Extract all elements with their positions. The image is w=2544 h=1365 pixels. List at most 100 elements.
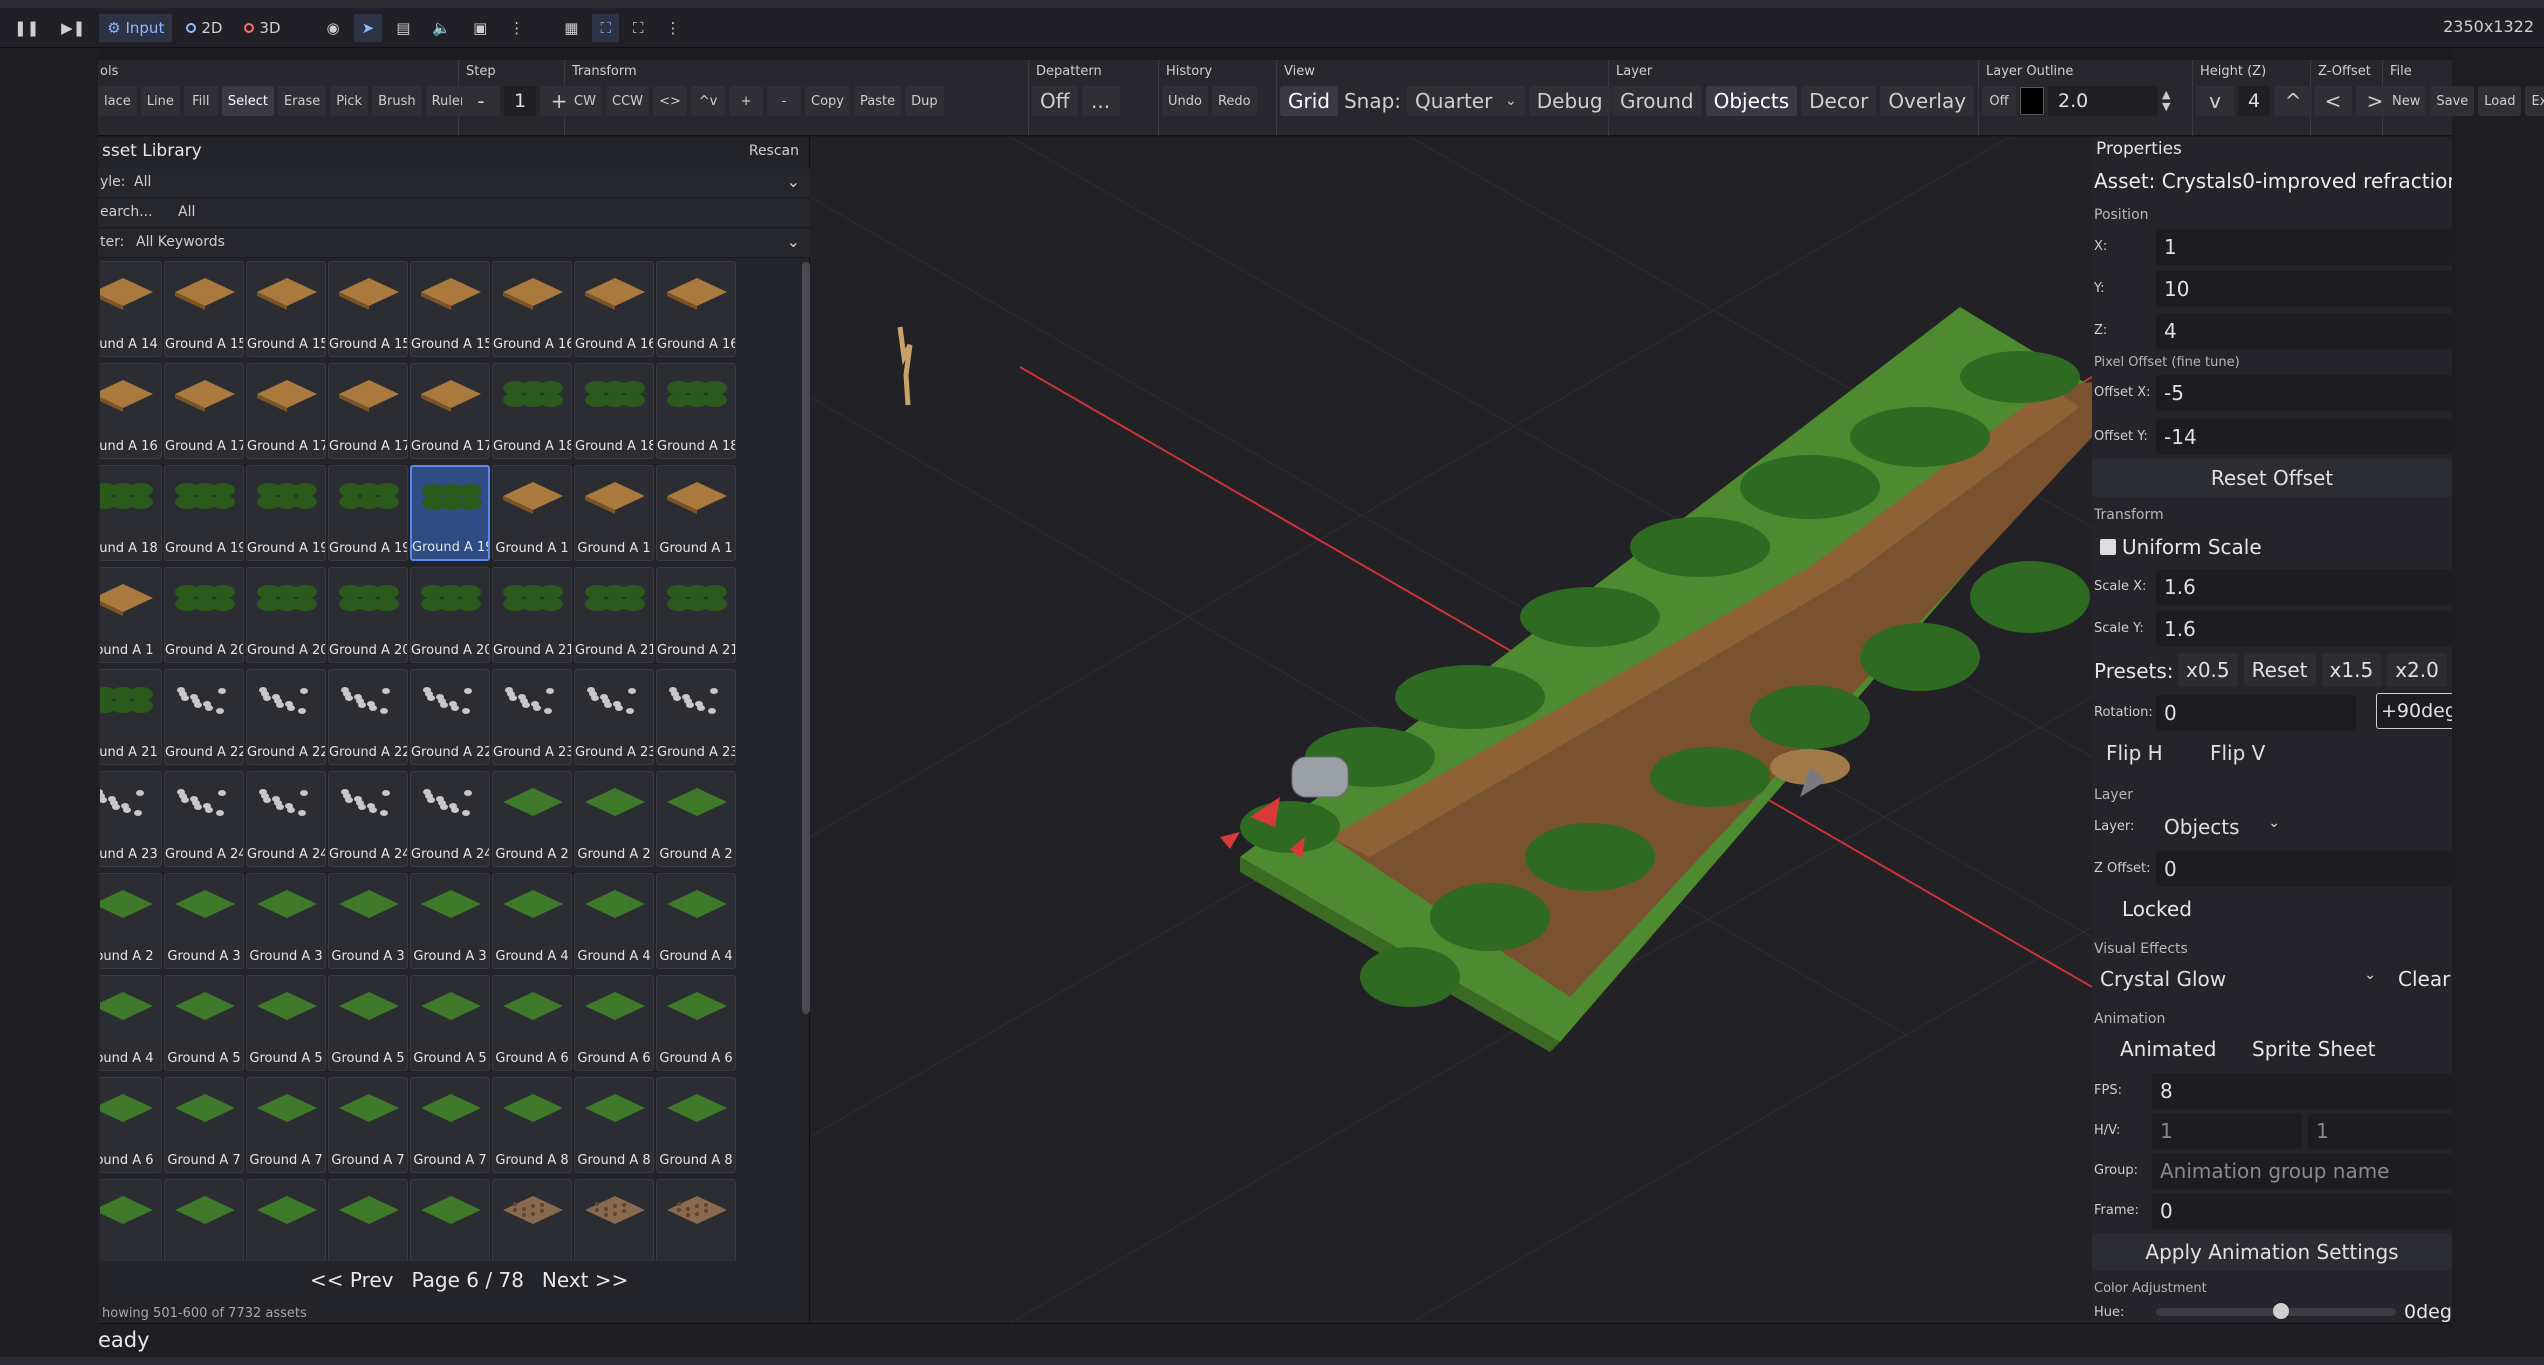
asset-tile[interactable]: round A 16 <box>100 363 162 459</box>
asset-tile[interactable]: Ground A 6 <box>492 975 572 1071</box>
transform-6-button[interactable]: Copy <box>805 86 850 116</box>
asset-tile[interactable]: Ground A 3 <box>164 873 244 969</box>
asset-tile[interactable]: Ground A 7 <box>328 1077 408 1173</box>
transform-1-button[interactable]: CCW <box>606 86 650 116</box>
flip-h-checkbox[interactable]: Flip H <box>2106 741 2163 765</box>
rescan-button[interactable]: Rescan <box>749 143 799 159</box>
asset-tile[interactable]: Ground A 17 <box>246 363 326 459</box>
undo-button[interactable]: Undo <box>1162 86 1208 116</box>
snap-dropdown[interactable]: Quarter ⌄ <box>1407 86 1525 116</box>
asset-tile[interactable] <box>492 1179 572 1261</box>
transform-5-button[interactable]: - <box>767 86 802 116</box>
hue-slider-handle[interactable] <box>2272 1303 2289 1319</box>
visibility-button[interactable]: ◉ <box>319 14 348 42</box>
frame-field[interactable]: 0 <box>2152 1193 2452 1229</box>
layer-1-button[interactable]: Objects <box>1705 86 1798 116</box>
sprite-sheet-checkbox[interactable]: Sprite Sheet <box>2252 1037 2376 1061</box>
outline-width-field[interactable]: 2.0 <box>2048 86 2158 116</box>
z-offset-left-button[interactable]: < <box>2314 86 2352 116</box>
more-options-button[interactable]: ⋮ <box>657 14 688 42</box>
reset-offset-button[interactable]: Reset Offset <box>2092 459 2452 497</box>
asset-tile[interactable]: Ground A 7 <box>410 1077 490 1173</box>
layer-0-button[interactable]: Ground <box>1612 86 1702 116</box>
fullscreen-button[interactable]: ⛶ <box>625 14 652 42</box>
outline-color-swatch[interactable] <box>2020 87 2044 115</box>
layer-dropdown[interactable]: Objects ⌄ <box>2156 809 2286 845</box>
transform-4-button[interactable]: + <box>729 86 764 116</box>
asset-tile[interactable]: Ground A 5 <box>328 975 408 1071</box>
asset-tile[interactable] <box>100 1179 162 1261</box>
transform-7-button[interactable]: Paste <box>854 86 902 116</box>
file-2-button[interactable]: Load <box>2478 86 2522 116</box>
asset-tile[interactable]: Ground A 22 <box>328 669 408 765</box>
asset-tile[interactable]: Ground A 21 <box>574 567 654 663</box>
tool-2-button[interactable]: Fill <box>183 86 218 116</box>
asset-tile[interactable]: Ground A 1 <box>574 465 654 561</box>
chest-object[interactable] <box>1291 756 1349 798</box>
asset-tile[interactable]: Ground A 22 <box>246 669 326 765</box>
asset-tile[interactable]: Ground A 4 <box>574 873 654 969</box>
clear-effect-button[interactable]: Clear <box>2398 967 2450 991</box>
asset-tile[interactable]: Ground A 19 <box>410 465 490 561</box>
asset-tile[interactable]: Ground A 3 <box>328 873 408 969</box>
h-frames-field[interactable]: 1 <box>2152 1113 2302 1149</box>
asset-tile[interactable]: Ground A 2 <box>656 771 736 867</box>
more-button[interactable]: ⋮ <box>501 14 532 42</box>
asset-tile[interactable] <box>164 1179 244 1261</box>
transform-0-button[interactable]: CW <box>568 86 602 116</box>
asset-tile[interactable]: round A 2 <box>100 873 162 969</box>
depattern-toggle[interactable]: Off <box>1032 86 1078 116</box>
pause-button[interactable]: ❚❚ <box>6 14 47 42</box>
asset-tile[interactable]: Ground A 8 <box>492 1077 572 1173</box>
transform-2-button[interactable]: <> <box>653 86 688 116</box>
asset-tile[interactable]: Ground A 17 <box>328 363 408 459</box>
rotate-90-button[interactable]: +90deg <box>2376 693 2452 729</box>
step-minus-button[interactable]: - <box>462 86 500 116</box>
asset-tile[interactable]: Ground A 15 <box>410 261 490 357</box>
v-frames-field[interactable]: 1 <box>2308 1113 2452 1149</box>
asset-tile[interactable]: Ground A 17 <box>410 363 490 459</box>
flip-v-checkbox[interactable]: Flip V <box>2210 741 2265 765</box>
file-3-button[interactable]: Expo <box>2525 86 2544 116</box>
asset-tile[interactable]: Ground A 24 <box>410 771 490 867</box>
scene-viewport[interactable] <box>810 137 2092 1323</box>
prev-page-button[interactable]: << Prev <box>310 1268 394 1292</box>
asset-tile[interactable]: Ground A 23 <box>656 669 736 765</box>
height-up-button[interactable]: ^ <box>2274 86 2313 116</box>
asset-tile[interactable]: Ground A 22 <box>410 669 490 765</box>
tool-0-button[interactable]: lace <box>98 86 137 116</box>
scale-x-field[interactable]: 1.6 <box>2156 569 2452 605</box>
step-frame-button[interactable]: ▶❚ <box>53 14 93 42</box>
tool-4-button[interactable]: Erase <box>277 86 327 116</box>
asset-tile[interactable]: Ground A 24 <box>246 771 326 867</box>
asset-tile[interactable]: Ground A 20 <box>164 567 244 663</box>
scene-canvas[interactable] <box>810 137 2092 1323</box>
scale-y-field[interactable]: 1.6 <box>2156 611 2452 647</box>
preset-2-button[interactable]: x1.5 <box>2321 653 2382 687</box>
asset-tile[interactable]: Ground A 8 <box>656 1077 736 1173</box>
asset-tile[interactable] <box>574 1179 654 1261</box>
transform-8-button[interactable]: Dup <box>905 86 944 116</box>
outline-spinner[interactable]: ▲ ▼ <box>2162 89 2170 113</box>
asset-tile[interactable]: Ground A 21 <box>656 567 736 663</box>
asset-tile[interactable]: Ground A 20 <box>410 567 490 663</box>
keyword-filter-dropdown[interactable]: ter: All Keywords ⌄ <box>98 229 810 258</box>
asset-tile[interactable]: Ground A 15 <box>328 261 408 357</box>
asset-tile[interactable]: round A 4 <box>100 975 162 1071</box>
asset-tile[interactable]: Ground A 6 <box>656 975 736 1071</box>
asset-tile[interactable]: Ground A 4 <box>656 873 736 969</box>
layer-2-button[interactable]: Decor <box>1801 86 1877 116</box>
uniform-scale-checkbox[interactable]: Uniform Scale <box>2100 535 2262 559</box>
offset-y-field[interactable]: -14 <box>2156 419 2452 455</box>
position-x-field[interactable]: 1 <box>2156 229 2452 265</box>
input-toggle[interactable]: ⚙ Input <box>99 13 173 42</box>
asset-tile[interactable]: Ground A 19 <box>246 465 326 561</box>
asset-tile[interactable]: Ground A 19 <box>164 465 244 561</box>
asset-tile[interactable]: Ground A 8 <box>574 1077 654 1173</box>
asset-tile[interactable]: round A 14 <box>100 261 162 357</box>
asset-tile[interactable]: Ground A 6 <box>574 975 654 1071</box>
mode-3d-button[interactable]: 3D <box>236 14 288 42</box>
layer-3-button[interactable]: Overlay <box>1880 86 1975 116</box>
asset-tile[interactable]: Ground A 15 <box>246 261 326 357</box>
camera-button[interactable]: ▣ <box>465 14 495 42</box>
